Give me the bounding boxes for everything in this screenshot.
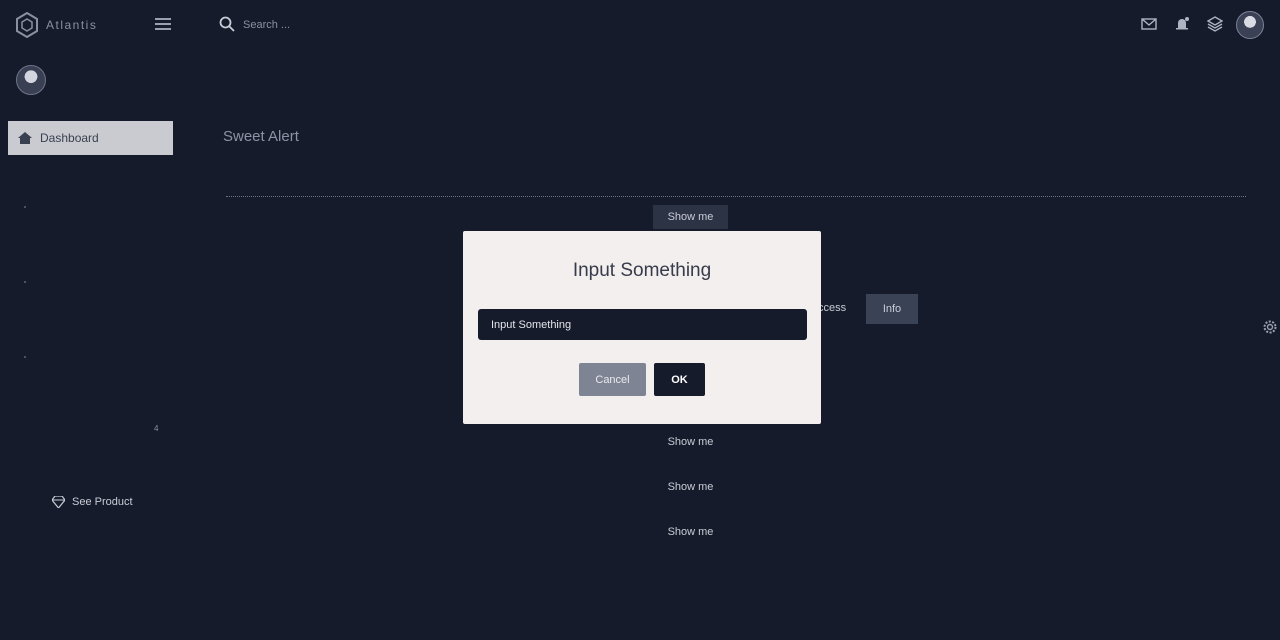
modal-overlay[interactable]: Input Something Cancel OK: [0, 0, 1280, 640]
modal-title: Input Something: [572, 260, 712, 281]
cancel-button[interactable]: Cancel: [579, 363, 646, 396]
sweet-alert-modal: Input Something Cancel OK: [463, 231, 821, 424]
ok-button[interactable]: OK: [654, 363, 705, 396]
modal-input[interactable]: [478, 309, 807, 340]
